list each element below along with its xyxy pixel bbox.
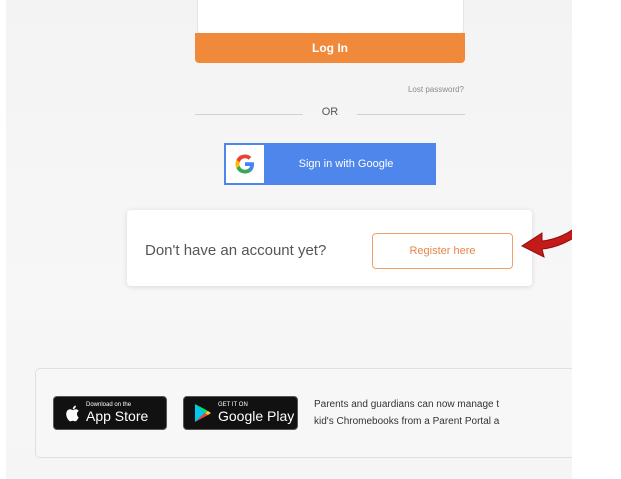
login-form-card [197, 0, 464, 34]
google-sign-in-label: Sign in with Google [298, 158, 394, 170]
apple-icon [66, 405, 79, 421]
register-button[interactable]: Register here [372, 233, 513, 269]
app-store-badge[interactable]: Download on the App Store [53, 396, 167, 430]
parent-portal-line-2: kid's Chromebooks from a Parent Portal a [314, 416, 500, 427]
or-separator-label: OR [321, 106, 339, 118]
google-play-big-text: Google Play [218, 408, 295, 424]
register-card: Don't have an account yet? Register here [127, 210, 532, 286]
google-logo-icon [226, 145, 264, 183]
google-sign-in-button[interactable]: Sign in with Google [224, 143, 436, 185]
parent-portal-description: Parents and guardians can now manage t k… [314, 396, 499, 430]
page-right-margin [572, 0, 621, 479]
parent-portal-line-1: Parents and guardians can now manage t [314, 399, 500, 410]
register-prompt: Don't have an account yet? [145, 242, 327, 259]
google-play-icon [195, 404, 211, 422]
login-button[interactable]: Log In [195, 33, 465, 63]
google-play-badge[interactable]: GET IT ON Google Play [183, 396, 298, 430]
lost-password-link[interactable]: Lost password? [370, 85, 464, 94]
or-divider-right [357, 114, 465, 115]
app-store-big-text: App Store [86, 408, 149, 424]
or-divider-left [195, 114, 303, 115]
